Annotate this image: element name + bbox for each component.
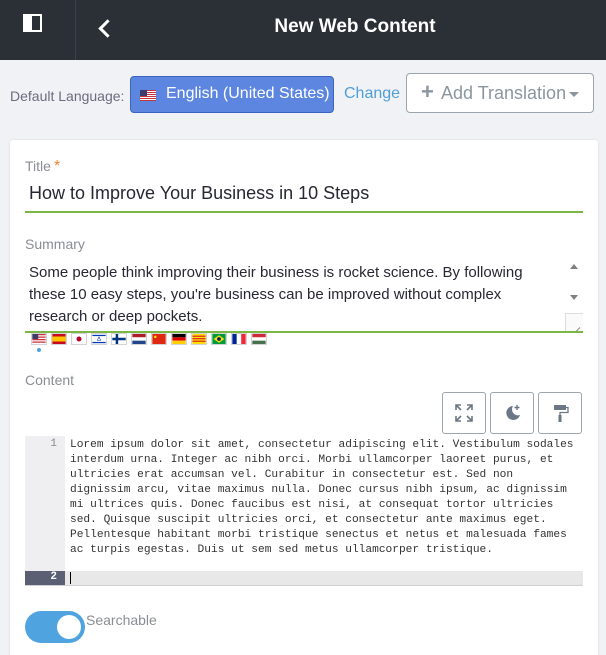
form-card: Title * How to Improve Your Business in 1…	[10, 140, 598, 655]
sidebar-panel-icon	[23, 14, 42, 32]
title-label-text: Title	[25, 158, 51, 174]
searchable-toggle[interactable]	[25, 611, 85, 643]
content-label: Content	[25, 372, 75, 388]
summary-text: Some people think improving their busine…	[29, 264, 523, 325]
flag-ca-icon[interactable]	[191, 333, 207, 345]
paint-roller-icon	[554, 405, 569, 422]
flag-hu-icon[interactable]	[251, 333, 267, 345]
summary-scrollbar[interactable]	[567, 260, 581, 310]
flag-fr-icon[interactable]	[231, 333, 247, 345]
required-asterisk-icon: *	[53, 158, 61, 175]
flag-es-icon[interactable]	[51, 333, 67, 345]
summary-label: Summary	[25, 236, 85, 252]
flag-de-icon[interactable]	[171, 333, 187, 345]
default-language-value: English (United States)	[166, 85, 330, 102]
editor-gutter	[25, 436, 65, 584]
sidebar-toggle-button[interactable]	[0, 0, 76, 60]
title-input[interactable]: How to Improve Your Business in 10 Steps	[25, 176, 583, 213]
text-cursor	[70, 572, 71, 584]
flag-en-us-icon[interactable]	[31, 333, 47, 345]
fullscreen-button[interactable]	[442, 392, 486, 434]
title-label: Title *	[25, 158, 60, 176]
line-number-2: 2	[25, 571, 65, 585]
top-bar: New Web Content	[0, 0, 606, 60]
format-button[interactable]	[538, 392, 582, 434]
add-translation-label: Add Translation	[441, 83, 567, 103]
flag-nl-icon[interactable]	[131, 333, 147, 345]
resize-handle-icon[interactable]	[565, 313, 583, 331]
line-number-1: 1	[50, 438, 57, 450]
default-language-button[interactable]: English (United States)	[130, 76, 334, 113]
active-language-dot	[37, 348, 41, 352]
scroll-down-icon	[570, 295, 578, 300]
flag-br-icon[interactable]	[211, 333, 227, 345]
plus-icon: +	[421, 79, 434, 104]
code-editor[interactable]: 1 2 Lorem ipsum dolor sit amet, consecte…	[25, 436, 583, 586]
scroll-up-icon	[570, 264, 578, 269]
searchable-label: Searchable	[86, 612, 157, 628]
flag-fi-icon[interactable]	[111, 333, 127, 345]
summary-textarea[interactable]: Some people think improving their busine…	[25, 256, 583, 333]
page-title: New Web Content	[274, 16, 436, 37]
flag-cn-icon[interactable]	[151, 333, 167, 345]
change-language-link[interactable]: Change	[344, 85, 400, 103]
default-language-label: Default Language:	[10, 88, 125, 104]
flag-jp-icon[interactable]	[71, 333, 87, 345]
language-bar: Default Language: English (United States…	[0, 60, 606, 140]
us-flag-icon	[140, 90, 156, 101]
dark-theme-button[interactable]	[490, 392, 534, 434]
caret-down-icon	[569, 92, 579, 97]
editor-text[interactable]: Lorem ipsum dolor sit amet, consectetur …	[70, 438, 580, 558]
flag-il-icon[interactable]	[91, 333, 107, 345]
toggle-knob	[57, 615, 81, 639]
active-line-highlight	[65, 571, 583, 585]
moon-plus-icon	[506, 405, 520, 420]
expand-icon	[455, 404, 473, 422]
back-chevron-icon[interactable]	[92, 14, 118, 42]
add-translation-button[interactable]: + Add Translation	[406, 73, 594, 113]
